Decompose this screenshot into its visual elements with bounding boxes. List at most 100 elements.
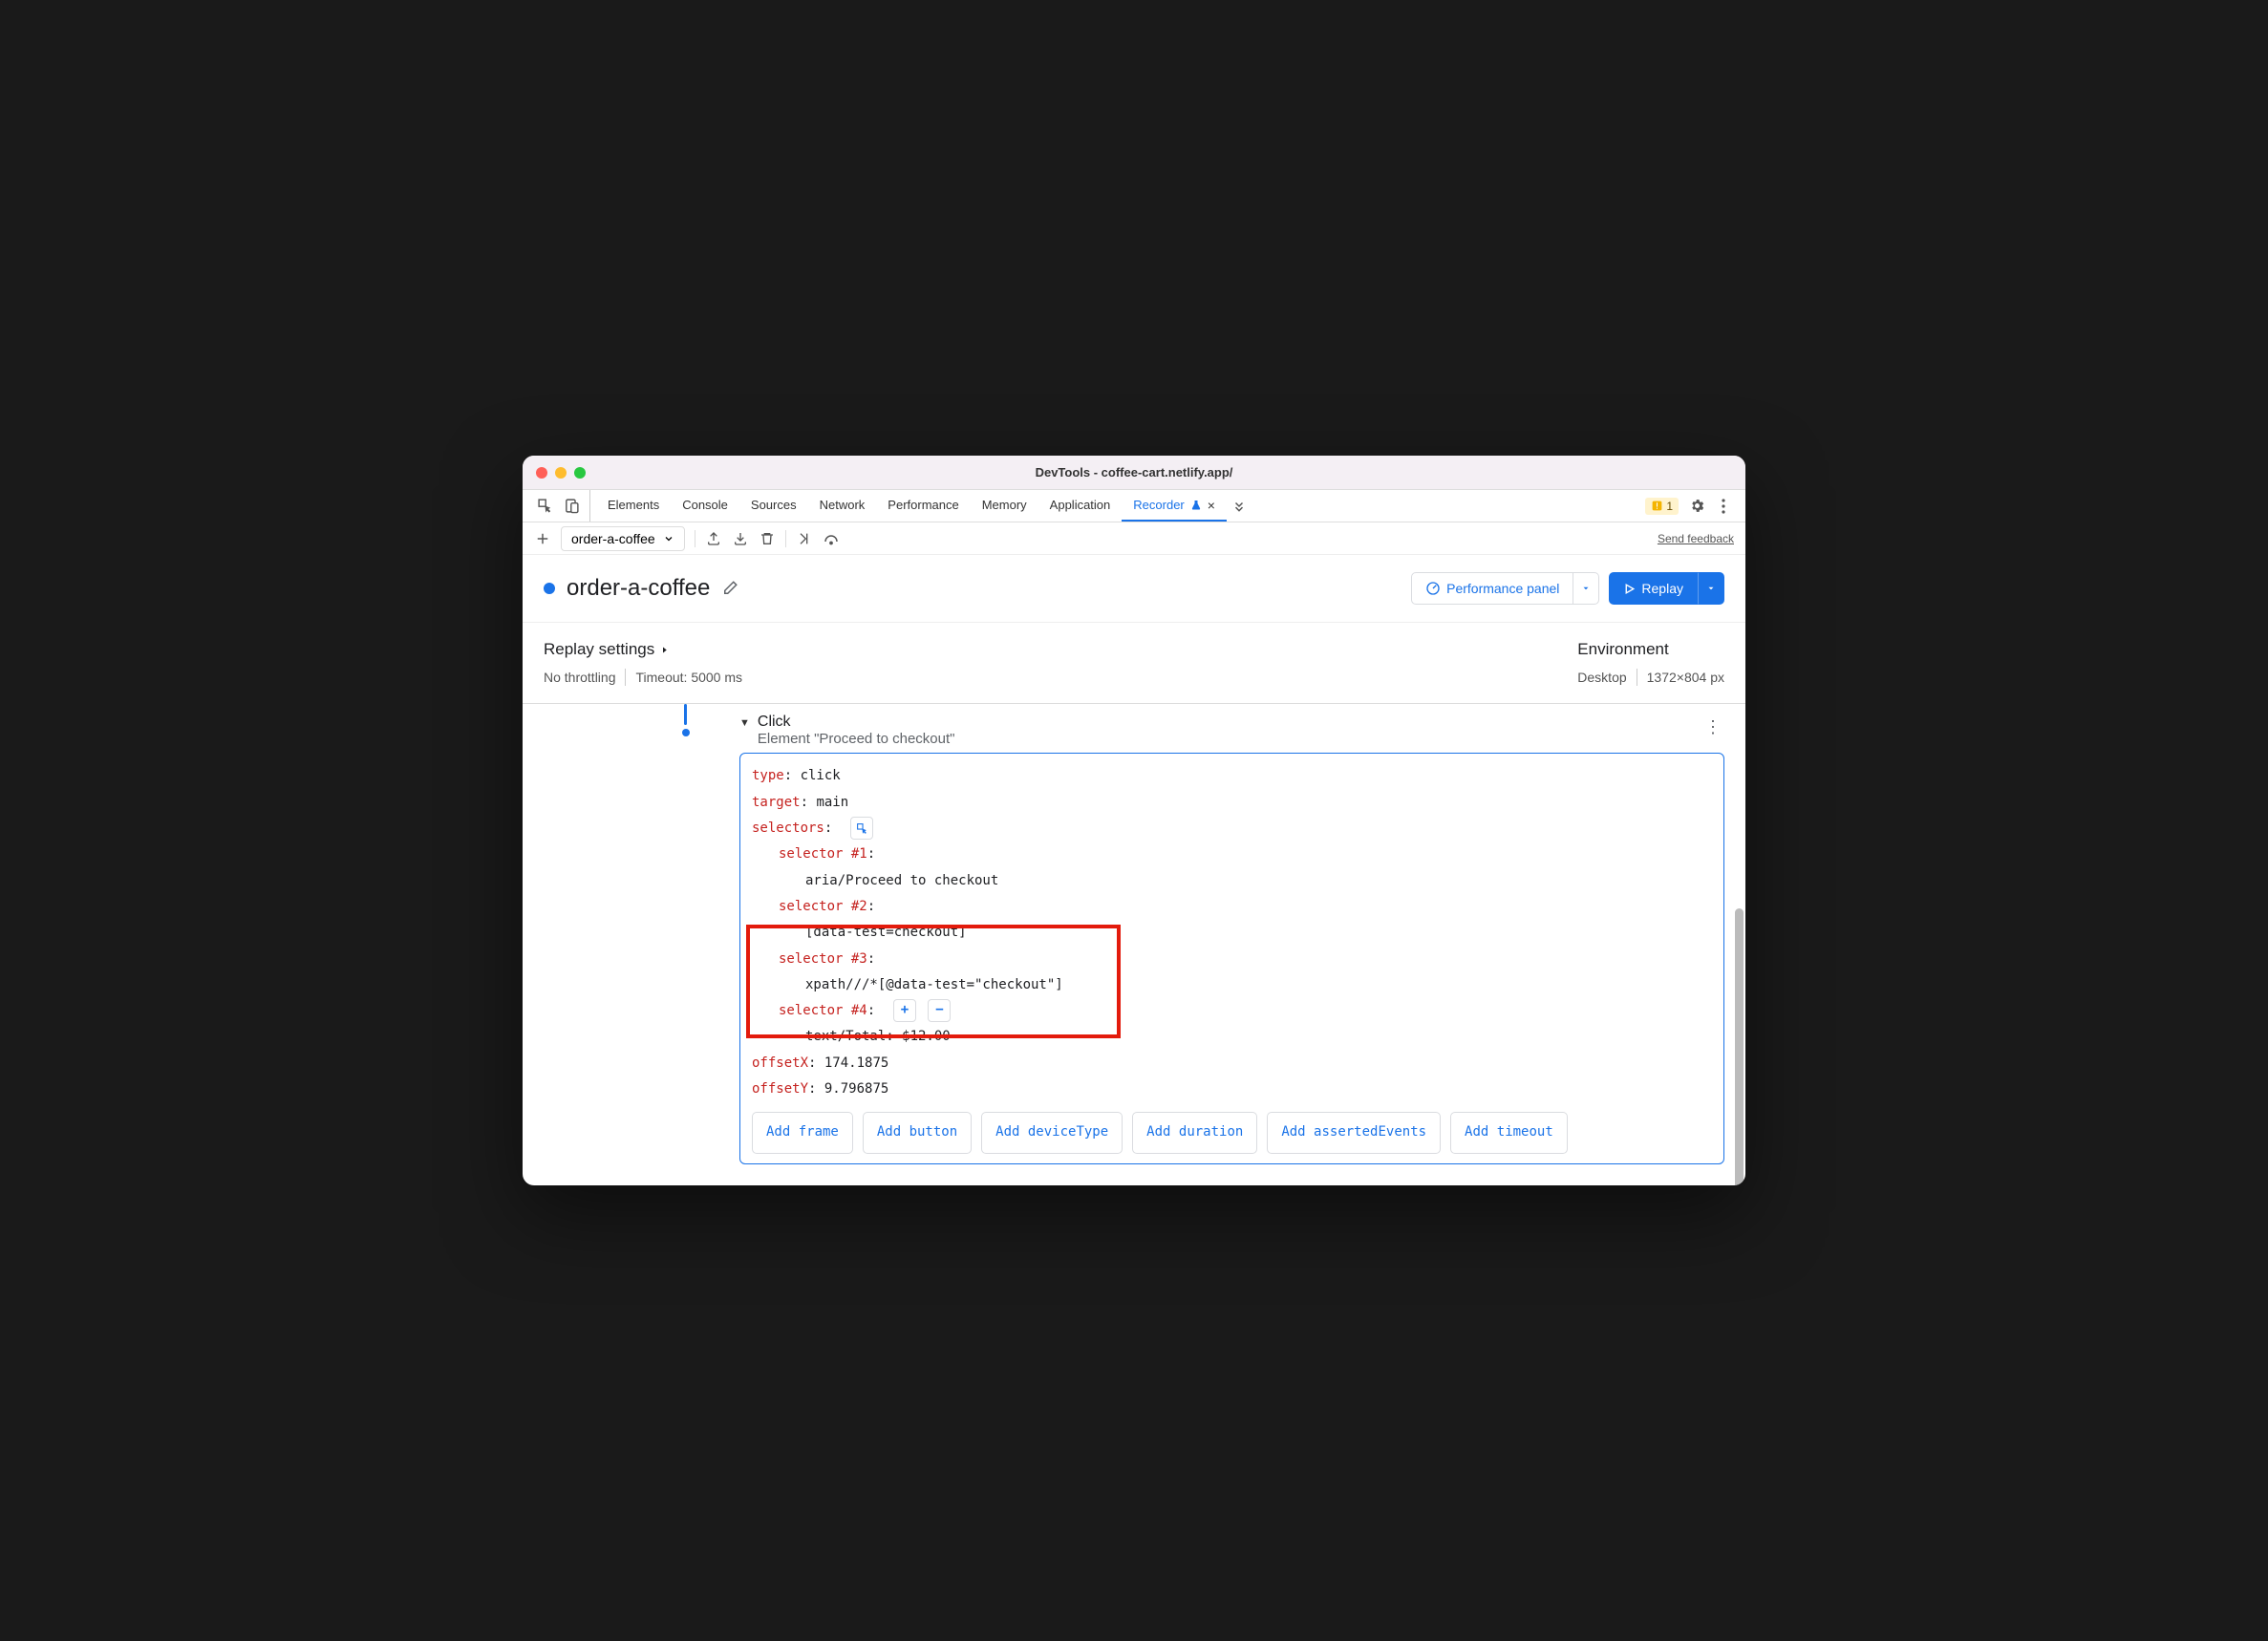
minimize-window-button[interactable] [555,467,567,479]
selector-4-value[interactable]: text/Total: $12.00 [752,1024,1712,1050]
value: 9.796875 [824,1081,888,1097]
selector-3-key[interactable]: selector #3: [752,947,1712,972]
tab-recorder[interactable]: Recorder × [1122,490,1227,522]
add-frame-button[interactable]: Add frame [752,1112,853,1153]
tab-network[interactable]: Network [808,490,877,522]
timeout-value: Timeout: 5000 ms [635,670,742,685]
replay-settings-heading[interactable]: Replay settings [544,640,742,659]
heading-label: Environment [1577,640,1668,659]
recording-select[interactable]: order-a-coffee [561,526,685,551]
detail-offsety-row[interactable]: offsetY: 9.796875 [752,1076,1712,1102]
step-disclosure-icon[interactable]: ▼ [739,717,750,729]
remove-selector-icon[interactable]: − [928,999,951,1022]
import-icon[interactable] [732,530,749,547]
detail-offsetx-row[interactable]: offsetX: 174.1875 [752,1051,1712,1076]
gauge-icon [1425,581,1441,596]
send-feedback-link[interactable]: Send feedback [1658,532,1734,545]
tab-label: Performance [888,498,958,512]
pick-element-icon[interactable] [850,817,873,840]
new-recording-icon[interactable] [534,530,551,547]
tab-console[interactable]: Console [671,490,739,522]
device-toggle-icon[interactable] [563,498,580,515]
step-over-icon[interactable] [823,530,840,547]
tab-elements[interactable]: Elements [596,490,671,522]
tab-application[interactable]: Application [1038,490,1123,522]
value: 174.1875 [824,1055,888,1071]
key: offsetY [752,1081,808,1097]
caret-right-icon [660,645,669,655]
key: offsetX [752,1055,808,1071]
selector-2-value[interactable]: [data-test=checkout] [752,920,1712,946]
recording-title: order-a-coffee [567,575,710,602]
detail-target-row[interactable]: target: main [752,790,1712,816]
more-tabs-icon[interactable] [1230,498,1248,515]
tab-label: Memory [982,498,1027,512]
selector-4-key[interactable]: selector #4: + − [752,998,1712,1024]
scrollbar[interactable] [1735,908,1744,1184]
panel-tabs-bar: Elements Console Sources Network Perform… [523,490,1745,522]
steps-content: ▼ Click Element "Proceed to checkout" ⋮ … [523,708,1745,1184]
env-dimensions: 1372×804 px [1647,670,1724,685]
button-label: Replay [1641,581,1683,596]
edit-title-icon[interactable] [721,580,738,597]
step-menu-icon[interactable]: ⋮ [1701,714,1724,741]
recording-select-label: order-a-coffee [571,531,655,546]
tab-label: Elements [608,498,659,512]
selector-2-key[interactable]: selector #2: [752,894,1712,920]
caret-down-icon [1581,584,1591,593]
traffic-lights [536,467,586,479]
key: selector #1 [779,846,867,862]
add-duration-button[interactable]: Add duration [1132,1112,1257,1153]
step-subtitle: Element "Proceed to checkout" [758,731,955,747]
value: click [801,768,841,783]
selector-1-key[interactable]: selector #1: [752,842,1712,867]
replay-dropdown[interactable] [1698,572,1724,605]
tab-sources[interactable]: Sources [739,490,808,522]
add-devicetype-button[interactable]: Add deviceType [981,1112,1123,1153]
close-tab-icon[interactable]: × [1208,498,1215,513]
key: selectors [752,820,824,836]
replay-button[interactable]: Replay [1609,572,1698,605]
recording-status-dot [544,583,555,594]
warning-icon [1651,500,1663,512]
step-details-panel: type: click target: main selectors: sele… [739,753,1724,1163]
detail-type-row[interactable]: type: click [752,763,1712,789]
recording-header: order-a-coffee Performance panel Replay [523,555,1745,623]
add-selector-icon[interactable]: + [893,999,916,1022]
replay-button-group: Replay [1609,572,1724,605]
export-icon[interactable] [705,530,722,547]
add-button-button[interactable]: Add button [863,1112,972,1153]
maximize-window-button[interactable] [574,467,586,479]
titlebar: DevTools - coffee-cart.netlify.app/ [523,456,1745,490]
value: main [816,795,848,810]
settings-row: Replay settings No throttling Timeout: 5… [523,623,1745,704]
add-buttons-row: Add frame Add button Add deviceType Add … [752,1112,1712,1153]
devtools-window: DevTools - coffee-cart.netlify.app/ Elem… [523,456,1745,1184]
issues-count: 1 [1666,500,1673,513]
tab-label: Console [682,498,728,512]
delete-icon[interactable] [759,530,776,547]
detail-selectors-row[interactable]: selectors: [752,816,1712,842]
performance-panel-button[interactable]: Performance panel [1411,572,1573,605]
add-timeout-button[interactable]: Add timeout [1450,1112,1568,1153]
selector-3-value[interactable]: xpath///*[@data-test="checkout"] [752,972,1712,998]
settings-gear-icon[interactable] [1688,498,1705,515]
inspect-element-icon[interactable] [536,498,553,515]
timeline-line [684,704,687,725]
tab-performance[interactable]: Performance [876,490,970,522]
performance-panel-dropdown[interactable] [1573,572,1599,605]
tab-memory[interactable]: Memory [971,490,1038,522]
add-assertedevents-button[interactable]: Add assertedEvents [1267,1112,1441,1153]
recorder-toolbar: order-a-coffee Send feedback [523,522,1745,555]
env-device: Desktop [1577,670,1626,685]
close-window-button[interactable] [536,467,547,479]
step-header: ▼ Click Element "Proceed to checkout" ⋮ [739,708,1724,753]
environment-heading: Environment [1577,640,1724,659]
flask-icon [1190,500,1202,511]
window-title: DevTools - coffee-cart.netlify.app/ [523,465,1745,480]
issues-badge[interactable]: 1 [1645,498,1679,515]
selector-1-value[interactable]: aria/Proceed to checkout [752,868,1712,894]
heading-label: Replay settings [544,640,654,659]
continue-icon[interactable] [796,530,813,547]
more-menu-icon[interactable] [1715,498,1732,515]
